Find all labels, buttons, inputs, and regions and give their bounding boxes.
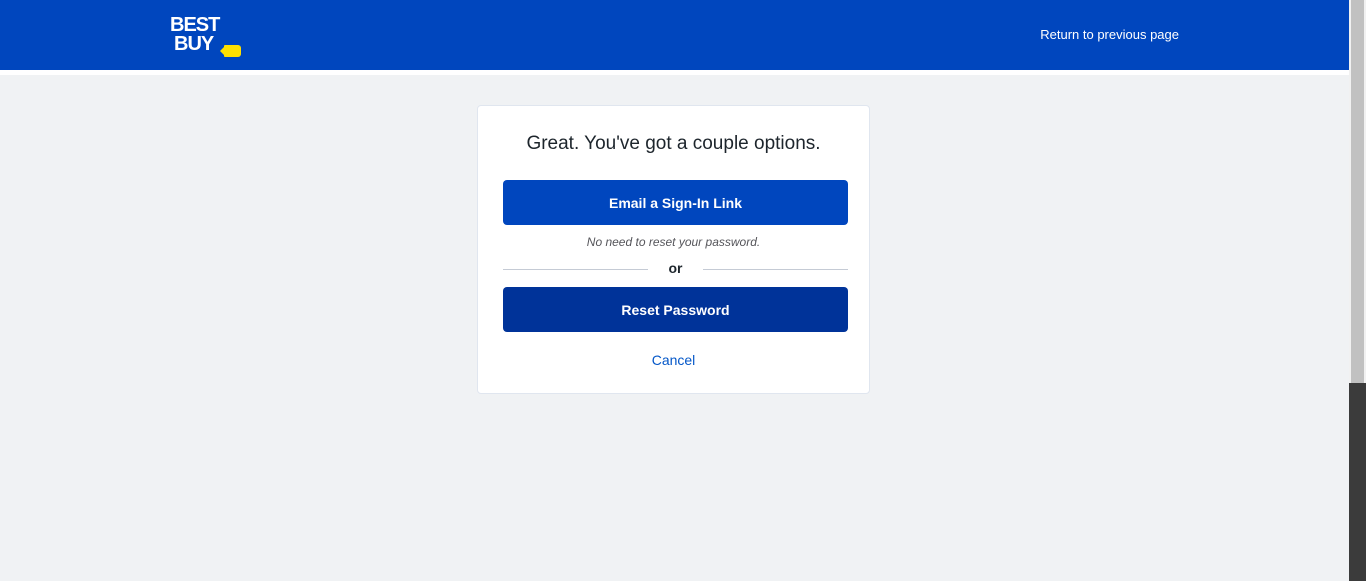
cancel-link[interactable]: Cancel [478,352,869,368]
scrollbar-thumb[interactable] [1351,0,1364,383]
divider-text: or [668,260,683,276]
logo-line-2: BUY [174,33,214,55]
logo-wordmark: BEST BUY [170,15,220,55]
best-buy-logo[interactable]: BEST BUY [170,15,246,58]
email-hint-text: No need to reset your password. [586,235,761,249]
reset-password-button[interactable]: Reset Password [503,287,848,332]
options-card: Great. You've got a couple options. Emai… [477,105,870,394]
price-tag-icon [220,45,241,57]
or-divider: or [503,260,848,276]
page: BEST BUY Return to previous page Great. … [0,0,1349,581]
card-title: Great. You've got a couple options. [526,133,821,154]
scrollbar-track [1349,383,1366,581]
return-to-previous-page-link[interactable]: Return to previous page [1040,27,1179,42]
header-bar: BEST BUY Return to previous page [0,0,1349,70]
header-divider [0,70,1349,75]
divider-line-right [703,269,848,270]
email-sign-in-link-button[interactable]: Email a Sign-In Link [503,180,848,225]
vertical-scrollbar[interactable] [1349,0,1366,581]
